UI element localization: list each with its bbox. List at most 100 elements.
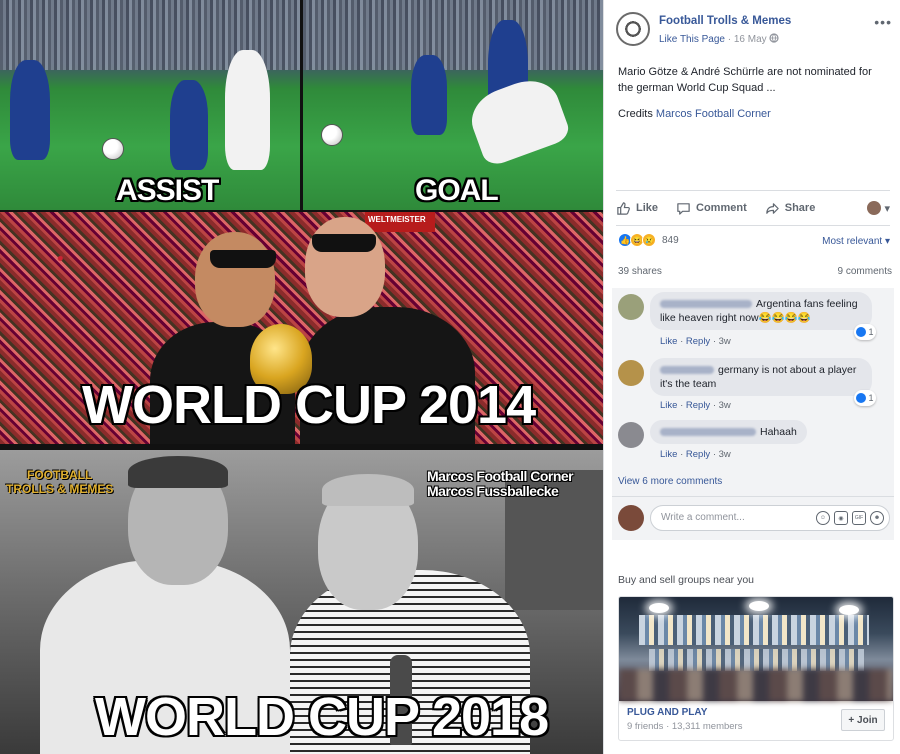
caption-world-cup-2014: WORLD CUP 2014: [82, 375, 536, 435]
like-button[interactable]: Like: [616, 201, 658, 216]
football: [102, 138, 124, 160]
reactions-summary[interactable]: 👍 😆 😢 849: [618, 233, 679, 247]
share-icon: [766, 202, 779, 214]
comment-meta: Like · Reply · 3w: [660, 449, 731, 460]
gif-icon[interactable]: GIF: [852, 511, 866, 525]
comment-time[interactable]: 3w: [719, 449, 731, 460]
commenter-avatar[interactable]: [618, 294, 644, 320]
shop-shelf: [639, 615, 869, 645]
post-sidebar: Football Trolls & Memes Like This Page ·…: [603, 0, 900, 754]
sort-label: Most relevant: [822, 236, 883, 247]
join-group-button[interactable]: + Join: [841, 709, 885, 731]
comment-time[interactable]: 3w: [719, 400, 731, 411]
post-credits: Credits Marcos Football Corner: [618, 108, 771, 120]
blurred-people: [619, 669, 893, 701]
shop-light: [749, 601, 769, 611]
post-date[interactable]: 16 May: [734, 34, 767, 45]
comment-like-count[interactable]: 1: [854, 324, 876, 340]
like-page-link[interactable]: Like This Page: [659, 34, 725, 45]
groups-suggestion-title: Buy and sell groups near you: [618, 574, 755, 586]
like-reaction-icon: [856, 393, 867, 403]
credit-watermark: Marcos Football Corner Marcos Fussballec…: [427, 469, 574, 499]
thumbs-up-icon: [617, 201, 630, 215]
like-count: 1: [868, 393, 874, 403]
page-name-link[interactable]: Football Trolls & Memes: [659, 15, 791, 27]
commenter-avatar[interactable]: [618, 360, 644, 386]
commenter-name-blurred[interactable]: [660, 300, 752, 309]
comment-reply-link[interactable]: Reply: [686, 449, 710, 460]
stadium-stands: [303, 0, 603, 70]
comment-reply-link[interactable]: Reply: [686, 400, 710, 411]
player-argentina-1: [10, 60, 50, 160]
group-card[interactable]: PLUG AND PLAY 9 friends · 13,311 members…: [618, 596, 894, 741]
comment-like-link[interactable]: Like: [660, 449, 677, 460]
group-name[interactable]: PLUG AND PLAY: [627, 707, 707, 718]
credit-line-2: Marcos Fussballecke: [427, 483, 559, 499]
share-button[interactable]: Share: [765, 201, 816, 216]
credits-link[interactable]: Marcos Football Corner: [656, 108, 771, 120]
comment-reply-link[interactable]: Reply: [686, 336, 710, 347]
shares-count[interactable]: 39 shares: [618, 266, 662, 277]
user-avatar: [867, 201, 882, 215]
post-as-selector[interactable]: ▾: [867, 201, 890, 215]
group-cover-photo[interactable]: [619, 597, 893, 701]
comment-like-count[interactable]: 1: [854, 390, 876, 406]
comment-label: Comment: [696, 202, 747, 214]
player-gotze-head: [195, 232, 275, 327]
current-user-avatar: [618, 505, 644, 531]
comment-bubble: Hahaah: [650, 420, 807, 444]
world-cup-2018-panel: FOOTBALL TROLLS & MEMES Marcos Football …: [0, 450, 603, 754]
page-avatar[interactable]: [616, 12, 650, 46]
comment-meta: Like · Reply · 3w: [660, 336, 731, 347]
world-cup-2014-panel: WELTMEISTER WORLD CUP 2014: [0, 212, 603, 444]
football-trolls-logo: FOOTBALL TROLLS & MEMES: [6, 468, 113, 496]
meme-image[interactable]: ASSIST GOAL WELTMEISTER WORLD CUP 2014 F…: [0, 0, 603, 754]
comment-time[interactable]: 3w: [719, 336, 731, 347]
group-meta: 9 friends · 13,311 members: [627, 721, 743, 732]
post-stats: 39 shares 9 comments: [618, 266, 892, 277]
comments-count[interactable]: 9 comments: [838, 266, 892, 277]
credits-label: Credits: [618, 108, 653, 120]
emoji-icon[interactable]: ☺: [816, 511, 830, 525]
sticker-icon[interactable]: ☻: [870, 511, 884, 525]
write-comment-row: Write a comment... ☺ ◉ GIF ☻: [612, 496, 894, 540]
comment-meta: Like · Reply · 3w: [660, 400, 731, 411]
caption-world-cup-2018: WORLD CUP 2018: [95, 687, 549, 747]
caption-goal: GOAL: [415, 174, 499, 207]
logo-line-2: TROLLS & MEMES: [6, 482, 114, 496]
comment-icon: [677, 202, 690, 215]
reaction-count: 849: [662, 234, 679, 246]
commenter-name-blurred[interactable]: [660, 366, 714, 375]
page-subline: Like This Page · 16 May: [659, 33, 780, 45]
schurrle-hair: [322, 474, 414, 506]
commenter-name-blurred[interactable]: [660, 428, 756, 437]
comment-like-link[interactable]: Like: [660, 336, 677, 347]
post-action-bar: Like Comment Share ▾: [616, 190, 890, 226]
view-more-comments-link[interactable]: View 6 more comments: [618, 476, 722, 487]
comment-button[interactable]: Comment: [676, 201, 747, 216]
camera-icon[interactable]: ◉: [834, 511, 848, 525]
comment-like-link[interactable]: Like: [660, 400, 677, 411]
shop-shelf: [649, 649, 864, 671]
post-header: Football Trolls & Memes Like This Page ·…: [616, 12, 892, 48]
post-text: Mario Götze & André Schürrle are not nom…: [618, 66, 872, 94]
sort-comments-dropdown[interactable]: Most relevant ▾: [822, 236, 890, 247]
more-dots-icon[interactable]: •••: [874, 14, 892, 30]
football: [321, 124, 343, 146]
caret-down-icon: ▾: [884, 236, 890, 247]
comments-section: Argentina fans feeling like heaven right…: [612, 288, 894, 503]
banner: WELTMEISTER: [365, 212, 435, 232]
player-argentina-2: [170, 80, 208, 170]
assist-panel: ASSIST: [0, 0, 300, 210]
player-germany-gotze: [463, 71, 573, 169]
goal-panel: GOAL: [303, 0, 603, 210]
comment-bubble: germany is not about a player it's the t…: [650, 358, 872, 396]
share-label: Share: [784, 202, 816, 214]
commenter-avatar[interactable]: [618, 422, 644, 448]
caret-down-icon: ▾: [884, 202, 890, 215]
comment-input-tools: ☺ ◉ GIF ☻: [816, 511, 884, 525]
gotze-hair: [128, 456, 228, 488]
comment-bubble: Argentina fans feeling like heaven right…: [650, 292, 872, 330]
caption-assist: ASSIST: [116, 174, 219, 207]
ball-logo-icon: [622, 18, 644, 40]
